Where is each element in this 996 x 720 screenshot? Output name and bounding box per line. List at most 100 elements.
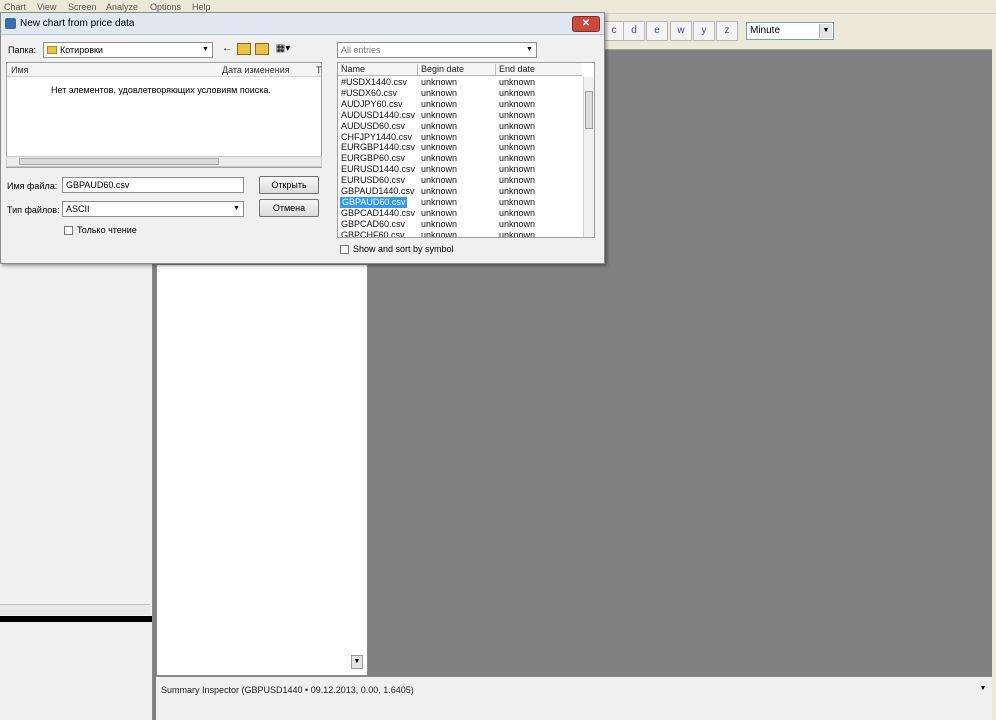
- menu-help[interactable]: Help: [192, 2, 211, 12]
- dialog-title: New chart from price data: [20, 18, 135, 29]
- entry-name: EURUSD60.csv: [341, 175, 406, 186]
- filetype-select[interactable]: ASCII ▼: [62, 201, 244, 217]
- folder-select[interactable]: Котировки ▼: [43, 42, 213, 58]
- entry-name: EURGBP60.csv: [341, 153, 406, 164]
- menu-chart[interactable]: Chart: [4, 2, 26, 12]
- table-row[interactable]: GBPCHF60.csv unknown unknown: [338, 229, 582, 238]
- timeframe-button-c[interactable]: c: [603, 21, 625, 41]
- menu-options[interactable]: Options: [150, 2, 181, 12]
- cancel-button[interactable]: Отмена: [259, 199, 319, 217]
- entry-end-date: unknown: [499, 98, 536, 109]
- entry-end-date: unknown: [499, 196, 536, 207]
- entry-name: AUDUSD1440.csv: [341, 109, 416, 120]
- entry-begin-date: unknown: [421, 186, 458, 196]
- table-row[interactable]: AUDUSD1440.csv unknown unknown: [338, 110, 582, 121]
- empty-message: Нет элементов, удовлетворяющих условиям …: [51, 85, 271, 95]
- entries-scrollbar[interactable]: [583, 77, 594, 237]
- entry-begin-date: unknown: [421, 175, 458, 186]
- left-panel-divider[interactable]: [0, 616, 152, 622]
- table-row[interactable]: EURUSD1440.csv unknown unknown: [338, 164, 582, 175]
- entry-end-date: unknown: [499, 186, 536, 196]
- entry-name: EURUSD1440.csv: [341, 164, 416, 175]
- new-folder-icon[interactable]: [255, 43, 269, 55]
- table-row[interactable]: GBPCAD1440.csv unknown unknown: [338, 208, 582, 219]
- column-modified[interactable]: Дата изменения: [222, 65, 290, 75]
- entries-filter-value: All entries: [341, 45, 381, 55]
- chevron-down-icon[interactable]: ▼: [200, 44, 211, 56]
- table-row[interactable]: GBPAUD60.csv unknown unknown: [338, 196, 582, 208]
- timeframe-button-w[interactable]: w: [670, 21, 692, 41]
- table-row[interactable]: AUDJPY60.csv unknown unknown: [338, 99, 582, 110]
- left-panel-scrollbar[interactable]: [0, 604, 150, 615]
- open-button[interactable]: Открыть: [259, 176, 319, 194]
- timeframe-button-e[interactable]: e: [646, 21, 668, 41]
- timeframe-select[interactable]: Minute ▼: [746, 22, 834, 40]
- chevron-down-icon[interactable]: ▼: [231, 203, 242, 215]
- table-row[interactable]: GBPCAD60.csv unknown unknown: [338, 219, 582, 230]
- column-name[interactable]: Имя: [11, 65, 29, 75]
- table-row[interactable]: EURUSD60.csv unknown unknown: [338, 175, 582, 186]
- close-button[interactable]: ✕: [572, 16, 600, 32]
- entry-name: EURGBP1440.csv: [341, 142, 416, 153]
- timeframe-button-d[interactable]: d: [623, 21, 645, 41]
- entry-end-date: unknown: [499, 120, 536, 131]
- table-row[interactable]: #USDX60.csv unknown unknown: [338, 88, 582, 99]
- chevron-down-icon[interactable]: ▼: [524, 44, 535, 56]
- filename-value: GBPAUD60.csv: [66, 180, 130, 190]
- entry-end-date: unknown: [499, 175, 536, 186]
- entry-name: GBPAUD1440.csv: [341, 186, 415, 196]
- table-row[interactable]: AUDUSD60.csv unknown unknown: [338, 121, 582, 132]
- up-folder-icon[interactable]: [237, 43, 251, 55]
- filename-input[interactable]: GBPAUD60.csv: [62, 177, 244, 193]
- show-sort-checkbox[interactable]: [340, 245, 349, 254]
- file-list[interactable]: Имя Дата изменения Т Нет элементов, удов…: [6, 62, 322, 168]
- column-end-date[interactable]: End date: [495, 64, 573, 76]
- timeframe-button-y[interactable]: y: [693, 21, 715, 41]
- entries-filter-select[interactable]: All entries ▼: [337, 42, 537, 58]
- entry-begin-date: unknown: [421, 98, 458, 109]
- menu-screen[interactable]: Screen: [68, 2, 97, 12]
- entry-name: GBPCAD60.csv: [341, 218, 406, 229]
- table-row[interactable]: CHFJPY1440.csv unknown unknown: [338, 132, 582, 143]
- file-list-scrollbar[interactable]: [6, 156, 322, 167]
- column-begin-date[interactable]: Begin date: [417, 64, 495, 76]
- entry-name: #USDX60.csv: [341, 87, 398, 98]
- entry-begin-date: unknown: [421, 120, 458, 131]
- entry-begin-date: unknown: [421, 229, 458, 238]
- left-panel: [0, 264, 153, 720]
- entry-end-date: unknown: [499, 142, 536, 153]
- folder-value: Котировки: [60, 45, 103, 55]
- entries-table[interactable]: Name Begin date End date #USDX1440.csv un…: [337, 62, 595, 238]
- dialog-title-bar[interactable]: New chart from price data ✕: [1, 13, 604, 35]
- scrollbar-thumb[interactable]: [585, 91, 593, 129]
- filetype-value: ASCII: [66, 204, 90, 214]
- menu-view[interactable]: View: [37, 2, 56, 12]
- entry-begin-date: unknown: [421, 196, 458, 207]
- scroll-down-icon[interactable]: ▼: [978, 685, 988, 697]
- scroll-down-icon[interactable]: ▼: [351, 655, 363, 669]
- folder-label: Папка:: [8, 45, 36, 55]
- readonly-checkbox[interactable]: [64, 226, 73, 235]
- timeframe-button-z[interactable]: z: [716, 21, 738, 41]
- show-sort-label: Show and sort by symbol: [353, 244, 454, 254]
- entry-begin-date: unknown: [421, 131, 458, 142]
- summary-inspector: Summary Inspector (GBPUSD1440 • 09.12.20…: [156, 676, 992, 720]
- table-row[interactable]: #USDX1440.csv unknown unknown: [338, 77, 582, 88]
- scrollbar-thumb[interactable]: [19, 158, 219, 165]
- entry-name: AUDUSD60.csv: [341, 120, 406, 131]
- entry-end-date: unknown: [499, 77, 536, 87]
- view-menu-icon[interactable]: ▦▾: [273, 43, 293, 55]
- entry-end-date: unknown: [499, 229, 536, 238]
- table-row[interactable]: EURGBP1440.csv unknown unknown: [338, 142, 582, 153]
- entry-end-date: unknown: [499, 109, 536, 120]
- entry-end-date: unknown: [499, 131, 536, 142]
- summary-inspector-text: Summary Inspector (GBPUSD1440 • 09.12.20…: [161, 685, 414, 695]
- entry-begin-date: unknown: [421, 153, 458, 164]
- back-icon[interactable]: ←: [220, 43, 234, 55]
- chevron-down-icon[interactable]: ▼: [819, 24, 832, 38]
- menu-analyze[interactable]: Analyze: [106, 2, 138, 12]
- table-row[interactable]: EURGBP60.csv unknown unknown: [338, 153, 582, 164]
- column-type[interactable]: Т: [316, 65, 322, 75]
- column-name[interactable]: Name: [338, 64, 365, 76]
- table-row[interactable]: GBPAUD1440.csv unknown unknown: [338, 186, 582, 197]
